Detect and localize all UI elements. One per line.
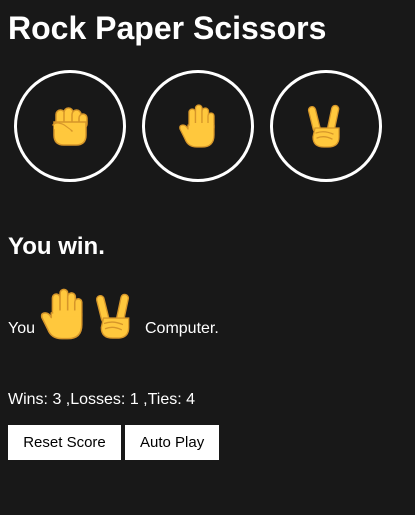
scissors-button[interactable] xyxy=(270,70,382,182)
victory-hand-icon xyxy=(95,293,130,339)
player-label: You xyxy=(8,320,35,337)
score-text: Wins: 3 ,Losses: 1 ,Ties: 4 xyxy=(8,391,196,408)
page-title: Rock Paper Scissors xyxy=(8,10,327,46)
computer-move xyxy=(95,291,135,341)
raised-hand-icon xyxy=(40,288,83,340)
auto-play-button[interactable]: Auto Play xyxy=(125,425,219,460)
player-move xyxy=(39,287,87,341)
rock-button[interactable] xyxy=(14,70,126,182)
victory-hand-icon xyxy=(307,104,340,148)
computer-label: Computer. xyxy=(145,320,219,337)
reset-score-button[interactable]: Reset Score xyxy=(8,425,121,460)
result-text: You win. xyxy=(8,233,105,260)
moves-summary: You Computer. xyxy=(8,285,219,341)
paper-button[interactable] xyxy=(142,70,254,182)
raised-hand-icon xyxy=(179,104,215,148)
raised-fist-icon xyxy=(52,107,88,146)
